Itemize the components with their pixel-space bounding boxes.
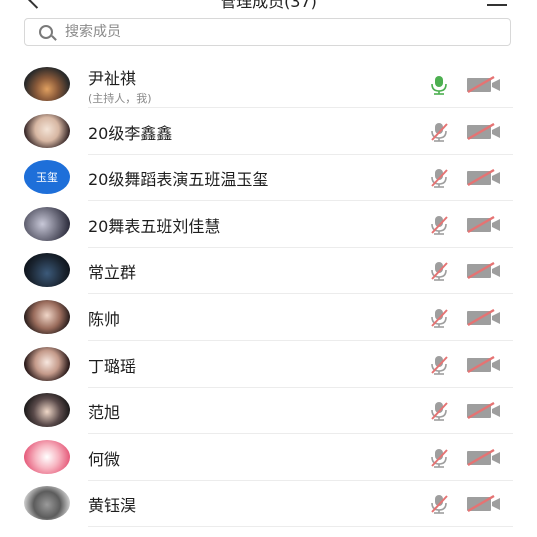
camera-off-icon[interactable] — [466, 122, 502, 141]
member-name: 尹祉祺 — [88, 68, 137, 88]
member-row[interactable]: 范旭 — [0, 388, 537, 435]
member-info: 尹祉祺 (主持人，我) — [88, 62, 417, 108]
member-avatar: 玉玺 — [24, 160, 70, 195]
member-info: 20级李鑫鑫 — [88, 109, 417, 155]
member-row[interactable]: 丁璐瑶 — [0, 342, 537, 388]
member-row[interactable]: 20舞表五班刘佳慧 — [0, 202, 537, 248]
member-avatar — [24, 393, 70, 428]
member-info: 20级舞蹈表演五班温玉玺 — [88, 155, 417, 201]
member-row[interactable]: 玉玺 20级舞蹈表演五班温玉玺 — [0, 155, 537, 202]
member-info: 20舞表五班刘佳慧 — [88, 202, 417, 248]
member-name: 常立群 — [88, 263, 137, 283]
microphone-muted-icon[interactable] — [428, 214, 450, 236]
member-role: (主持人，我) — [88, 91, 152, 105]
microphone-muted-icon[interactable] — [428, 493, 450, 515]
member-avatar — [24, 206, 70, 241]
search-input[interactable] — [65, 22, 495, 42]
search-box[interactable] — [24, 18, 511, 46]
camera-off-icon[interactable] — [466, 402, 502, 420]
member-info: 范旭 — [88, 388, 417, 434]
member-name: 20级李鑫鑫 — [88, 123, 173, 143]
camera-off-icon[interactable] — [466, 355, 502, 374]
camera-off-icon[interactable] — [466, 448, 502, 467]
member-info: 常立群 — [88, 248, 417, 294]
member-name: 20级舞蹈表演五班温玉玺 — [88, 170, 269, 190]
camera-off-icon[interactable] — [466, 495, 502, 513]
microphone-muted-icon[interactable] — [428, 121, 450, 143]
more-icon[interactable] — [487, 0, 507, 6]
member-name: 20舞表五班刘佳慧 — [88, 216, 221, 236]
search-icon — [39, 25, 53, 39]
top-bar: 管理成员(37) — [0, 0, 537, 14]
member-row[interactable]: 何微 — [0, 435, 537, 481]
member-name: 何微 — [88, 449, 121, 469]
microphone-muted-icon[interactable] — [428, 447, 450, 469]
member-name: 范旭 — [88, 403, 121, 423]
member-row[interactable]: 陈帅 — [0, 295, 537, 341]
microphone-muted-icon[interactable] — [428, 260, 450, 282]
member-info: 黄钰淏 — [88, 481, 417, 527]
camera-off-icon[interactable] — [466, 169, 502, 187]
member-name: 黄钰淏 — [88, 496, 137, 516]
member-avatar — [24, 439, 70, 474]
member-info: 丁璐瑶 — [88, 342, 417, 388]
member-info: 陈帅 — [88, 295, 417, 341]
member-avatar — [24, 67, 70, 101]
camera-off-icon[interactable] — [466, 215, 502, 234]
row-divider — [88, 526, 513, 528]
member-avatar — [24, 113, 70, 148]
microphone-muted-icon[interactable] — [428, 307, 450, 329]
microphone-muted-icon[interactable] — [428, 400, 450, 422]
member-row[interactable]: 常立群 — [0, 248, 537, 295]
camera-off-icon[interactable] — [466, 75, 502, 94]
member-row[interactable]: 黄钰淏 — [0, 481, 537, 528]
microphone-muted-icon[interactable] — [428, 354, 450, 376]
member-row[interactable]: 尹祉祺 (主持人，我) — [0, 62, 537, 108]
member-avatar — [24, 346, 70, 381]
microphone-icon[interactable] — [428, 74, 450, 96]
member-name: 陈帅 — [88, 310, 121, 329]
page-title: 管理成员(37) — [220, 0, 317, 11]
camera-off-icon[interactable] — [466, 262, 502, 280]
camera-off-icon[interactable] — [466, 308, 502, 327]
member-row[interactable]: 20级李鑫鑫 — [0, 109, 537, 155]
member-info: 何微 — [88, 435, 417, 481]
member-avatar — [24, 253, 70, 288]
microphone-muted-icon[interactable] — [428, 167, 450, 189]
member-name: 丁璐瑶 — [88, 356, 137, 376]
member-avatar — [24, 300, 70, 334]
member-avatar — [24, 486, 70, 521]
